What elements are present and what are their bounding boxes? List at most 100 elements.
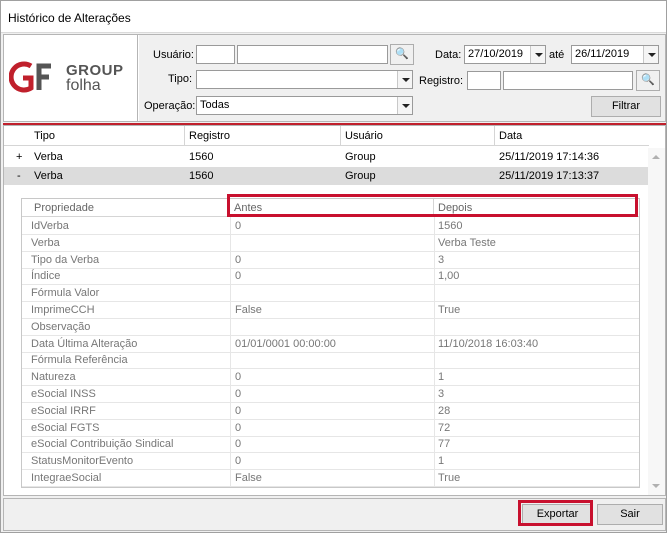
detail-propriedade: Data Última Alteração <box>31 337 138 350</box>
row-registro: 1560 <box>189 170 214 182</box>
detail-row[interactable]: Observação <box>22 319 639 336</box>
detail-propriedade: eSocial INSS <box>31 388 96 400</box>
filters-panel: Usuário: 🔍 Tipo: Operação: Todas Data: 2… <box>139 35 665 121</box>
row-usuario: Group <box>345 151 376 163</box>
highlight-antes-depois <box>227 194 638 217</box>
detail-depois: Verba Teste <box>438 236 496 249</box>
detail-depois: 11/10/2018 16:03:40 <box>438 337 539 350</box>
detail-depois: 1560 <box>438 220 463 232</box>
row-registro: 1560 <box>189 151 214 163</box>
detail-row[interactable]: IntegraeSocial False True <box>22 470 639 487</box>
detail-propriedade: Fórmula Valor <box>31 287 100 300</box>
detail-propriedade: StatusMonitorEvento <box>31 455 134 468</box>
col-header-data[interactable]: Data <box>499 130 522 142</box>
detail-antes: 0 <box>235 270 242 283</box>
detail-antes: False <box>235 304 262 316</box>
table-row[interactable]: + Verba 1560 Group 25/11/2019 17:14:36 <box>4 148 649 166</box>
column-divider <box>340 126 341 146</box>
registro-name-input[interactable] <box>503 71 633 90</box>
scroll-up-icon[interactable] <box>652 155 660 159</box>
detail-antes: 0 <box>235 455 242 468</box>
history-grid: Tipo Registro Usuário Data + Verba 1560 … <box>3 125 666 496</box>
title-bar: Histórico de Alterações <box>1 1 666 33</box>
usuario-code-input[interactable] <box>196 45 235 64</box>
detail-depois: 1 <box>438 371 445 384</box>
vertical-scrollbar[interactable] <box>648 148 665 495</box>
detail-antes: 0 <box>235 253 242 266</box>
detail-antes: 0 <box>235 220 242 232</box>
row-tipo: Verba <box>34 151 63 163</box>
detail-propriedade: Natureza <box>31 371 76 384</box>
filtrar-button[interactable]: Filtrar <box>591 96 661 117</box>
operacao-label: Operação: <box>144 100 196 112</box>
detail-antes: 0 <box>235 438 242 451</box>
registro-code-input[interactable] <box>467 71 501 90</box>
operacao-select[interactable]: Todas <box>196 96 413 115</box>
grid-header: Tipo Registro Usuário Data <box>4 126 649 146</box>
col-header-registro[interactable]: Registro <box>189 130 230 142</box>
detail-depois: 28 <box>438 404 451 417</box>
detail-row[interactable]: Data Última Alteração 01/01/0001 00:00:00… <box>22 336 639 353</box>
row-data: 25/11/2019 17:13:37 <box>499 170 600 182</box>
usuario-name-input[interactable] <box>237 45 388 64</box>
tipo-select[interactable] <box>196 70 413 89</box>
detail-row[interactable]: Tipo da Verba 0 3 <box>22 252 639 269</box>
detail-propriedade: ImprimeCCH <box>31 304 95 316</box>
collapse-icon[interactable]: - <box>17 170 21 182</box>
detail-row[interactable]: Fórmula Valor <box>22 285 639 303</box>
filter-header: GROUP folha Usuário: 🔍 Tipo: Operação: T… <box>3 34 666 122</box>
data-from-value: 27/10/2019 <box>468 48 524 60</box>
detail-propriedade: IntegraeSocial <box>31 472 102 484</box>
usuario-search-button[interactable]: 🔍 <box>390 44 414 65</box>
detail-row[interactable]: IdVerba 0 1560 <box>22 218 639 235</box>
chevron-down-icon <box>397 71 412 88</box>
data-to-value: 26/11/2019 <box>575 48 630 60</box>
usuario-label: Usuário: <box>153 49 194 61</box>
data-to-picker[interactable]: 26/11/2019 <box>571 45 659 64</box>
detail-row[interactable]: Verba Verba Teste <box>22 235 639 252</box>
sair-button[interactable]: Sair <box>597 504 663 525</box>
ate-label: até <box>549 49 565 61</box>
detail-row[interactable]: eSocial FGTS 0 72 <box>22 420 639 437</box>
detail-row[interactable]: Índice 0 1,00 <box>22 268 639 286</box>
detail-depois: 1 <box>438 455 445 468</box>
col-header-tipo[interactable]: Tipo <box>34 130 55 142</box>
data-label: Data: <box>435 49 462 61</box>
tipo-label: Tipo: <box>168 73 193 85</box>
logo: GROUP folha <box>4 35 138 121</box>
highlight-exportar <box>518 500 593 526</box>
detail-row[interactable]: eSocial IRRF 0 28 <box>22 403 639 420</box>
expand-icon[interactable]: + <box>16 151 22 163</box>
table-row-selected[interactable]: - Verba 1560 Group 25/11/2019 17:13:37 <box>4 167 649 185</box>
detail-antes: 0 <box>235 404 242 417</box>
binoculars-icon: 🔍 <box>641 74 655 86</box>
detail-propriedade: Tipo da Verba <box>31 253 100 266</box>
detail-propriedade: IdVerba <box>31 220 69 232</box>
detail-row[interactable]: Fórmula Referência <box>22 352 639 370</box>
detail-antes: 0 <box>235 371 242 384</box>
detail-propriedade: eSocial Contribuição Sindical <box>31 438 174 451</box>
registro-search-button[interactable]: 🔍 <box>636 70 660 91</box>
detail-row[interactable]: ImprimeCCH False True <box>22 302 639 319</box>
detail-header-propriedade[interactable]: Propriedade <box>22 199 230 217</box>
detail-propriedade: Verba <box>31 236 60 249</box>
history-window: Histórico de Alterações GROUP folha Usuá… <box>0 0 667 533</box>
detail-antes: 01/01/0001 00:00:00 <box>235 337 336 350</box>
col-header-usuario[interactable]: Usuário <box>345 130 383 142</box>
window-title: Histórico de Alterações <box>8 11 131 25</box>
detail-depois: 3 <box>438 253 445 266</box>
chevron-down-icon <box>643 46 658 63</box>
scroll-down-icon[interactable] <box>652 484 660 488</box>
data-from-picker[interactable]: 27/10/2019 <box>464 45 546 64</box>
detail-propriedade: eSocial FGTS <box>31 421 100 434</box>
detail-depois: 77 <box>438 438 451 451</box>
detail-row[interactable]: eSocial INSS 0 3 <box>22 386 639 403</box>
detail-row[interactable]: Natureza 0 1 <box>22 369 639 387</box>
registro-label: Registro: <box>419 75 464 87</box>
group-folha-logo-icon <box>9 61 51 93</box>
row-usuario: Group <box>345 170 376 182</box>
operacao-value: Todas <box>200 99 230 111</box>
detail-depois: 72 <box>438 421 451 434</box>
detail-row[interactable]: eSocial Contribuição Sindical 0 77 <box>22 436 639 454</box>
detail-row[interactable]: StatusMonitorEvento 0 1 <box>22 453 639 471</box>
